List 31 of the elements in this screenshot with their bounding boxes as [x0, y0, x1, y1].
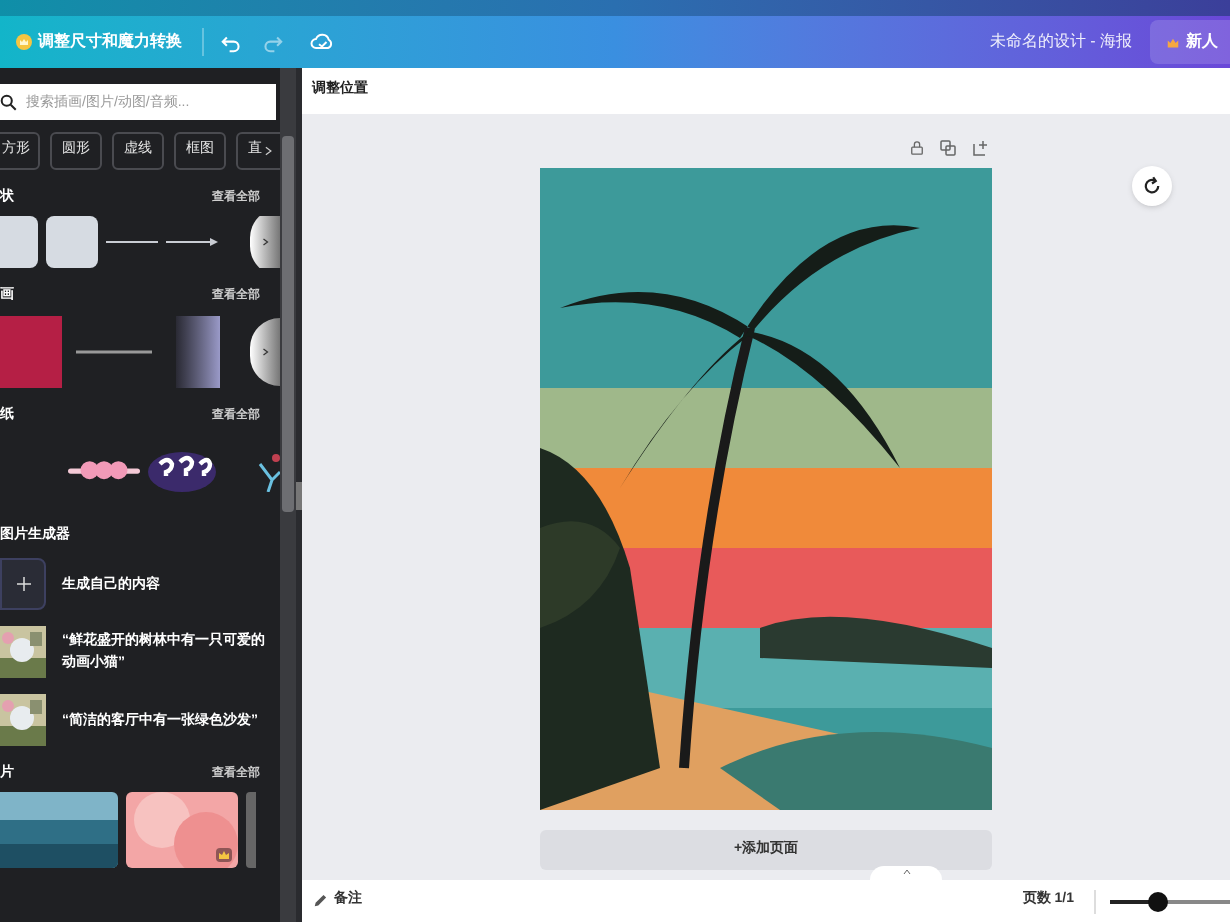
- refresh-button[interactable]: [1132, 166, 1172, 206]
- line-shape[interactable]: [106, 238, 158, 246]
- design-title: 未命名的设计 - 海报: [989, 30, 1132, 54]
- scroll-right-button[interactable]: [250, 216, 280, 268]
- new-user-button[interactable]: 新人: [1150, 20, 1230, 64]
- chevron-right-icon: [264, 144, 274, 158]
- plus-icon: [15, 576, 31, 592]
- collapse-handle[interactable]: [296, 481, 302, 509]
- crown-icon: [1166, 35, 1180, 49]
- gradient-graphic[interactable]: [176, 316, 220, 388]
- refresh-icon: [1142, 176, 1162, 196]
- undo-icon[interactable]: [220, 31, 242, 53]
- figure-sticker[interactable]: [256, 452, 280, 492]
- line-graphic[interactable]: [76, 350, 152, 354]
- crown-icon: [216, 848, 232, 862]
- scrollbar-thumb[interactable]: [282, 136, 294, 512]
- cloud-icon[interactable]: [310, 30, 334, 54]
- chevron-right-icon: [261, 346, 269, 358]
- copy-icon[interactable]: [940, 140, 956, 156]
- scroll-right-button[interactable]: [250, 318, 280, 386]
- lock-icon[interactable]: [910, 140, 924, 156]
- question-marks-sticker[interactable]: [148, 452, 216, 492]
- slider-thumb[interactable]: [1148, 891, 1168, 911]
- add-page-icon[interactable]: [972, 140, 988, 156]
- crown-icon: [16, 34, 32, 50]
- search-icon: [0, 93, 18, 111]
- arrow-line-shape[interactable]: [166, 238, 218, 246]
- chevron-right-icon: [261, 236, 269, 248]
- add-button[interactable]: [0, 558, 46, 610]
- pencil-icon: [312, 894, 328, 908]
- chevron-up-icon[interactable]: [901, 868, 911, 876]
